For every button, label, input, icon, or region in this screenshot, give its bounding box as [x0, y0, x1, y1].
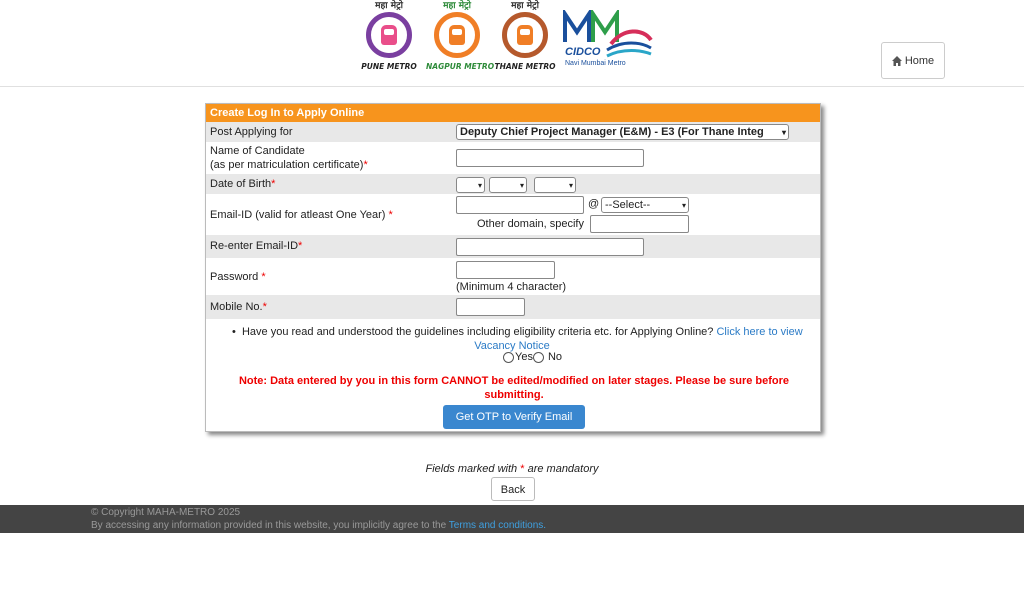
edit-warning-note: Note: Data entered by you in this form C…: [238, 375, 790, 401]
at-sign: @: [588, 198, 600, 210]
chevron-down-icon: ▾: [519, 181, 524, 190]
post-select-value: Deputy Chief Project Manager (E&M) - E3 …: [460, 126, 764, 138]
site-footer: © Copyright MAHA-METRO 2025 By accessing…: [0, 505, 1024, 533]
metro-ring-icon: [366, 12, 412, 58]
login-form: Create Log In to Apply Online Post Apply…: [205, 103, 821, 432]
home-label: Home: [904, 54, 935, 67]
train-icon: [449, 25, 465, 45]
thane-metro-logo: महा मेट्रो THANE METRO: [494, 0, 556, 71]
yes-radio[interactable]: [503, 351, 514, 363]
copyright-text: © Copyright MAHA-METRO 2025: [91, 507, 241, 518]
guidelines-question: • Have you read and understood the guide…: [232, 325, 822, 353]
pune-metro-logo: महा मेट्रो PUNE METRO: [358, 0, 420, 71]
logo-tag: महा मेट्रो: [375, 1, 403, 11]
mandatory-text-start: Fields marked with: [425, 463, 518, 475]
cidco-subtitle: Navi Mumbai Metro: [565, 60, 626, 67]
dob-row: Date of Birth* ▾ ▾ ▾: [206, 174, 820, 194]
guidelines-text: Have you read and understood the guideli…: [241, 326, 714, 338]
guidelines-radio-group: Yes No: [503, 351, 562, 363]
mobile-label: Mobile No.*: [210, 301, 267, 313]
disclaimer-line: By accessing any information provided in…: [91, 519, 546, 532]
dob-month-select[interactable]: ▾: [489, 177, 527, 193]
logo-tag: महा मेट्रो: [443, 1, 471, 11]
site-header: महा मेट्रो PUNE METRO महा मेट्रो NAGPUR …: [0, 0, 1024, 87]
password-input[interactable]: [456, 261, 555, 279]
post-row: Post Applying for Deputy Chief Project M…: [206, 122, 820, 142]
mobile-row: Mobile No.*: [206, 295, 820, 319]
mandatory-asterisk: *: [520, 463, 525, 475]
name-sublabel: (as per matriculation certificate)*: [210, 159, 368, 171]
back-button[interactable]: Back: [491, 477, 535, 501]
logo-caption: NAGPUR METRO: [426, 62, 495, 71]
domain-select-value: --Select--: [605, 199, 651, 211]
email-row: Email-ID (valid for atleast One Year) * …: [206, 194, 820, 235]
guidelines-link[interactable]: Click here to view: [716, 326, 802, 338]
chevron-down-icon: ▾: [681, 201, 686, 210]
password-row: Password * (Minimum 4 character): [206, 258, 820, 295]
disclaimer-text: By accessing any information provided in…: [91, 520, 447, 531]
logo-tag: महा मेट्रो: [511, 1, 539, 11]
reemail-label: Re-enter Email-ID*: [210, 240, 303, 252]
cidco-title: CIDCO: [565, 46, 601, 58]
nagpur-metro-logo: महा मेट्रो NAGPUR METRO: [426, 0, 495, 71]
logo-caption: THANE METRO: [494, 62, 556, 71]
other-domain-label: Other domain, specify: [477, 218, 584, 230]
name-input[interactable]: [456, 149, 644, 167]
other-domain-input[interactable]: [590, 215, 689, 233]
mandatory-text-end: are mandatory: [527, 463, 599, 475]
train-icon: [517, 25, 533, 45]
name-label: Name of Candidate: [210, 145, 305, 157]
reemail-input[interactable]: [456, 238, 644, 256]
home-button[interactable]: Home: [881, 42, 945, 79]
reemail-row: Re-enter Email-ID*: [206, 235, 820, 258]
email-input[interactable]: [456, 196, 584, 214]
post-label: Post Applying for: [210, 126, 293, 138]
email-domain-select[interactable]: --Select-- ▾: [601, 197, 689, 213]
mobile-input[interactable]: [456, 298, 525, 316]
post-select[interactable]: Deputy Chief Project Manager (E&M) - E3 …: [456, 124, 789, 140]
cidco-logo: CIDCO Navi Mumbai Metro: [563, 7, 653, 67]
dob-year-select[interactable]: ▾: [534, 177, 576, 193]
password-label: Password *: [210, 271, 266, 283]
dob-label: Date of Birth*: [210, 178, 276, 190]
no-label: No: [547, 351, 563, 363]
no-radio[interactable]: [532, 351, 544, 363]
yes-label: Yes: [515, 351, 533, 363]
chevron-down-icon: ▾: [477, 181, 482, 190]
home-icon: [891, 55, 902, 66]
logo-caption: PUNE METRO: [361, 62, 417, 71]
form-title: Create Log In to Apply Online: [206, 104, 820, 122]
dob-day-select[interactable]: ▾: [456, 177, 485, 193]
chevron-down-icon: ▾: [568, 181, 573, 190]
terms-link[interactable]: Terms and conditions.: [449, 520, 546, 531]
mandatory-note: Fields marked with * are mandatory: [0, 463, 1024, 475]
get-otp-button[interactable]: Get OTP to Verify Email: [443, 405, 585, 429]
train-icon: [381, 25, 397, 45]
email-label: Email-ID (valid for atleast One Year) *: [210, 209, 393, 221]
metro-ring-icon: [502, 12, 548, 58]
name-row: Name of Candidate (as per matriculation …: [206, 142, 820, 174]
chevron-down-icon: ▾: [781, 128, 786, 137]
password-hint: (Minimum 4 character): [456, 281, 567, 293]
bullet-dot: •: [232, 326, 242, 338]
metro-ring-icon: [434, 12, 480, 58]
